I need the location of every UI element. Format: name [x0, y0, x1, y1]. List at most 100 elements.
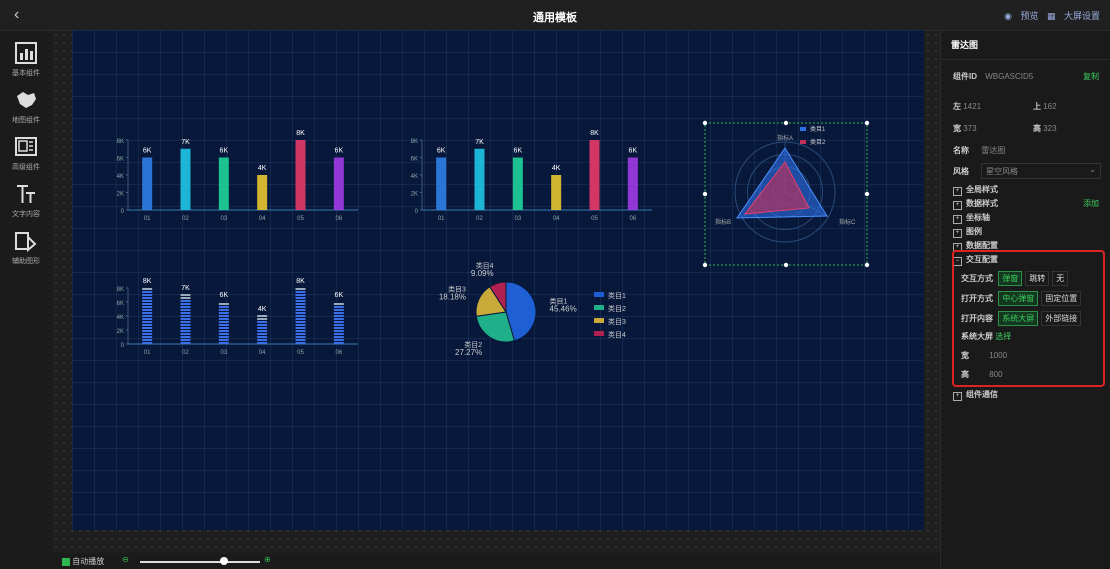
shapes-icon — [15, 232, 37, 253]
bar-stripe — [257, 330, 268, 332]
data-label: 6K — [437, 148, 446, 155]
bar-stripe — [333, 312, 344, 314]
height-field[interactable]: 323 — [1043, 124, 1056, 133]
tool-shapes[interactable]: 辅助图形 — [0, 229, 52, 266]
x-tick-label: 04 — [259, 350, 266, 356]
bar — [218, 157, 229, 210]
bar-stripe — [333, 324, 344, 326]
bar-stripe — [142, 291, 153, 293]
section-comm[interactable]: + 组件通信 — [953, 389, 998, 401]
add-button[interactable]: 添加 — [1083, 198, 1099, 209]
bar-stripe — [218, 318, 229, 320]
bar-stripe — [180, 318, 191, 320]
radar-indicator-label: 指标B — [715, 218, 731, 226]
bar-chart-icon — [15, 42, 37, 64]
zoom-out-icon[interactable]: ⊖ — [122, 555, 129, 564]
bar-stripe — [180, 294, 191, 296]
data-label: 6K — [220, 292, 229, 299]
bar-stripe — [218, 324, 229, 326]
bar-stripe — [180, 306, 191, 308]
data-label: 8K — [296, 130, 305, 137]
bar-stripe — [180, 297, 191, 299]
bar-stripe — [142, 312, 153, 314]
auto-zoom-checkbox[interactable]: 自动播放 — [62, 556, 104, 567]
bar-stripe — [295, 342, 306, 344]
bar-stripe — [142, 318, 153, 320]
bar-stripe — [333, 315, 344, 317]
chevron-down-icon: ⌄ — [1089, 165, 1096, 174]
zoom-slider-handle[interactable] — [220, 557, 228, 565]
bar-stripe — [218, 321, 229, 323]
bar-stripe — [218, 333, 229, 335]
bar — [436, 157, 447, 210]
y-tick-label: 2K — [411, 192, 418, 198]
bar-stripe — [333, 330, 344, 332]
data-label: 6K — [143, 148, 152, 155]
bar-stripe — [142, 336, 153, 338]
bar — [551, 175, 562, 210]
page-title: 通用模板 — [533, 12, 577, 24]
copy-button[interactable]: 复制 — [1083, 71, 1099, 82]
bar-stripe — [180, 327, 191, 329]
bar-stripe — [142, 288, 153, 290]
bar-stripe — [295, 333, 306, 335]
bar-stripe — [142, 294, 153, 296]
data-label: 7K — [475, 139, 484, 146]
bar-stripe — [333, 303, 344, 305]
pie-label-value: 45.46% — [550, 305, 577, 314]
bar-stripe — [180, 315, 191, 317]
x-tick-label: 04 — [553, 216, 560, 222]
resize-handle — [783, 262, 789, 268]
preview-button[interactable]: ◉ 预览 — [1004, 11, 1038, 21]
y-tick-label: 8K — [117, 139, 124, 145]
width-field[interactable]: 373 — [963, 124, 976, 133]
x-tick-label: 02 — [182, 350, 189, 356]
text-icon — [17, 185, 35, 203]
pie-label-value: 18.18% — [439, 293, 466, 302]
bar-stripe — [295, 315, 306, 317]
data-label: 6K — [629, 148, 638, 155]
y-tick-label: 8K — [411, 139, 418, 145]
tool-text[interactable]: 文字内容 — [0, 182, 52, 219]
x-tick-label: 03 — [220, 216, 227, 222]
bar-stripe — [142, 339, 153, 341]
data-label: 8K — [143, 278, 152, 285]
top-field[interactable]: 162 — [1043, 102, 1056, 111]
section-legend[interactable]: + 图例 — [953, 226, 982, 238]
zoom-in-icon[interactable]: ⊕ — [264, 555, 271, 564]
bar — [474, 148, 485, 210]
left-field[interactable]: 1421 — [963, 102, 981, 111]
resize-handle — [864, 262, 870, 268]
bar-stripe — [180, 324, 191, 326]
resize-handle — [783, 120, 789, 126]
bar-stripe — [295, 300, 306, 302]
section-axis[interactable]: + 坐标轴 — [953, 212, 990, 224]
x-tick-label: 01 — [438, 216, 445, 222]
zoom-slider[interactable] — [140, 561, 260, 563]
name-field[interactable]: 雷达图 — [981, 146, 1005, 155]
bar-stripe — [295, 318, 306, 320]
pie-label-value: 9.09% — [471, 269, 494, 278]
panel-title: 雷达图 — [941, 31, 1110, 60]
x-tick-label: 05 — [297, 216, 304, 222]
bar-stripe — [180, 303, 191, 305]
bar — [142, 157, 153, 210]
bar-stripe — [218, 327, 229, 329]
bar-stripe — [295, 327, 306, 329]
bar-stripe — [180, 312, 191, 314]
bar-stripe — [333, 336, 344, 338]
section-global-style[interactable]: + 全局样式 — [953, 184, 998, 196]
tool-map[interactable]: 地图组件 — [0, 88, 52, 125]
legend-swatch — [800, 127, 806, 131]
tool-advanced[interactable]: 高级组件 — [0, 135, 52, 172]
bar-stripe — [218, 342, 229, 344]
highlight-box — [952, 250, 1105, 387]
tool-basic[interactable]: 基本组件 — [0, 41, 52, 78]
screen-settings-button[interactable]: ▦ 大屏设置 — [1047, 11, 1100, 21]
legend-label: 类目2 — [608, 304, 626, 313]
section-data-style[interactable]: + 数据样式 — [953, 198, 998, 210]
bar-stripe — [333, 306, 344, 308]
style-select[interactable]: 星空风格 ⌄ — [981, 163, 1101, 179]
legend-label: 类目4 — [608, 330, 626, 339]
data-label: 6K — [335, 292, 344, 299]
